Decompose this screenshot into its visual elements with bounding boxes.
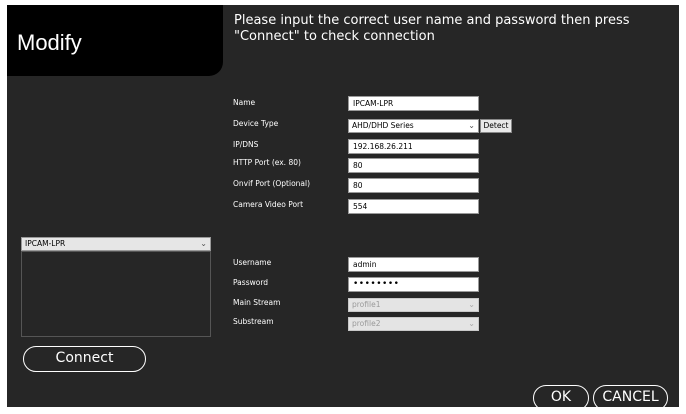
chevron-down-icon: ⌄ xyxy=(468,300,475,309)
dialog-title: Modify xyxy=(17,30,82,55)
username-label: Username xyxy=(233,258,272,267)
name-field[interactable]: IPCAM-LPR xyxy=(348,96,479,111)
ip-dns-field[interactable]: 192.168.26.211 xyxy=(348,139,479,154)
modify-dialog: Modify Please input the correct user nam… xyxy=(7,5,679,411)
onvif-port-field[interactable]: 80 xyxy=(348,178,479,193)
device-type-select[interactable]: AHD/DHD Series ⌄ xyxy=(348,119,479,133)
main-stream-label: Main Stream xyxy=(233,298,281,307)
camera-video-port-field[interactable]: 554 xyxy=(348,199,479,214)
camera-video-port-label: Camera Video Port xyxy=(233,200,304,209)
cancel-button[interactable]: CANCEL xyxy=(593,385,668,411)
connect-button[interactable]: Connect xyxy=(23,346,146,372)
title-panel: Modify xyxy=(7,5,223,76)
ip-dns-label: IP/DNS xyxy=(233,140,259,149)
onvif-port-label: Onvif Port (Optional) xyxy=(233,179,311,188)
instruction-text: Please input the correct user name and p… xyxy=(234,13,630,44)
password-label: Password xyxy=(233,278,269,287)
name-label: Name xyxy=(233,98,256,107)
username-field[interactable]: admin xyxy=(348,257,479,272)
password-field[interactable]: •••••••• xyxy=(348,277,479,292)
http-port-label: HTTP Port (ex. 80) xyxy=(233,158,301,167)
substream-value: profile2 xyxy=(352,319,381,328)
main-stream-value: profile1 xyxy=(352,300,381,309)
device-type-label: Device Type xyxy=(233,119,279,128)
chevron-down-icon: ⌄ xyxy=(468,319,475,328)
substream-select[interactable]: profile2 ⌄ xyxy=(348,317,479,331)
camera-select-value: IPCAM-LPR xyxy=(25,239,66,248)
camera-list[interactable] xyxy=(21,251,211,337)
device-type-value: AHD/DHD Series xyxy=(352,121,414,130)
chevron-down-icon: ⌄ xyxy=(200,239,207,248)
camera-select[interactable]: IPCAM-LPR ⌄ xyxy=(21,237,211,251)
main-stream-select[interactable]: profile1 ⌄ xyxy=(348,298,479,312)
substream-label: Substream xyxy=(233,317,274,326)
ok-button[interactable]: OK xyxy=(533,385,589,411)
http-port-field[interactable]: 80 xyxy=(348,158,479,173)
detect-button[interactable]: Detect xyxy=(480,119,512,133)
chevron-down-icon: ⌄ xyxy=(468,121,475,130)
